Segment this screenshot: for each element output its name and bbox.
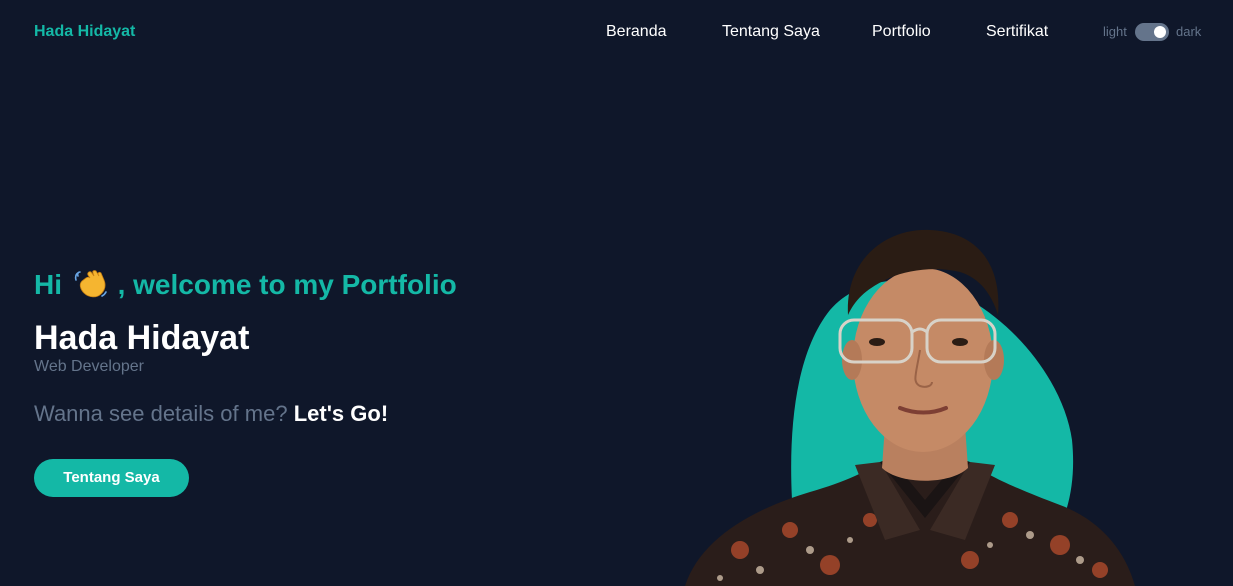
hero-greeting: Hi , welcome to my Portfolio bbox=[34, 268, 457, 302]
hero-cta-question: Wanna see details of me? bbox=[34, 401, 288, 426]
tentang-saya-button[interactable]: Tentang Saya bbox=[34, 459, 189, 497]
waving-hand-icon bbox=[74, 270, 107, 298]
hero-cta-strong: Let's Go! bbox=[293, 401, 389, 426]
nav-link-portfolio[interactable]: Portfolio bbox=[872, 22, 931, 42]
profile-photo bbox=[685, 229, 1135, 586]
greeting-suffix: , welcome to my Portfolio bbox=[117, 269, 457, 300]
hero-role: Web Developer bbox=[34, 358, 144, 375]
brand-logo[interactable]: Hada Hidayat bbox=[34, 22, 135, 42]
theme-dark-label: dark bbox=[1176, 24, 1202, 39]
site-header: Hada Hidayat Beranda Tentang Saya Portfo… bbox=[0, 0, 1233, 64]
hero-cta-text: Wanna see details of me? Let's Go! bbox=[34, 400, 388, 428]
theme-light-label: light bbox=[1103, 24, 1127, 39]
theme-toggle-knob bbox=[1154, 26, 1166, 38]
hero-name: Hada Hidayat bbox=[34, 319, 250, 357]
nav-link-beranda[interactable]: Beranda bbox=[606, 22, 667, 42]
theme-toggle[interactable] bbox=[1135, 23, 1169, 41]
nav-link-tentang-saya[interactable]: Tentang Saya bbox=[722, 22, 820, 42]
nav-link-sertifikat[interactable]: Sertifikat bbox=[986, 22, 1048, 42]
greeting-prefix: Hi bbox=[34, 269, 62, 300]
